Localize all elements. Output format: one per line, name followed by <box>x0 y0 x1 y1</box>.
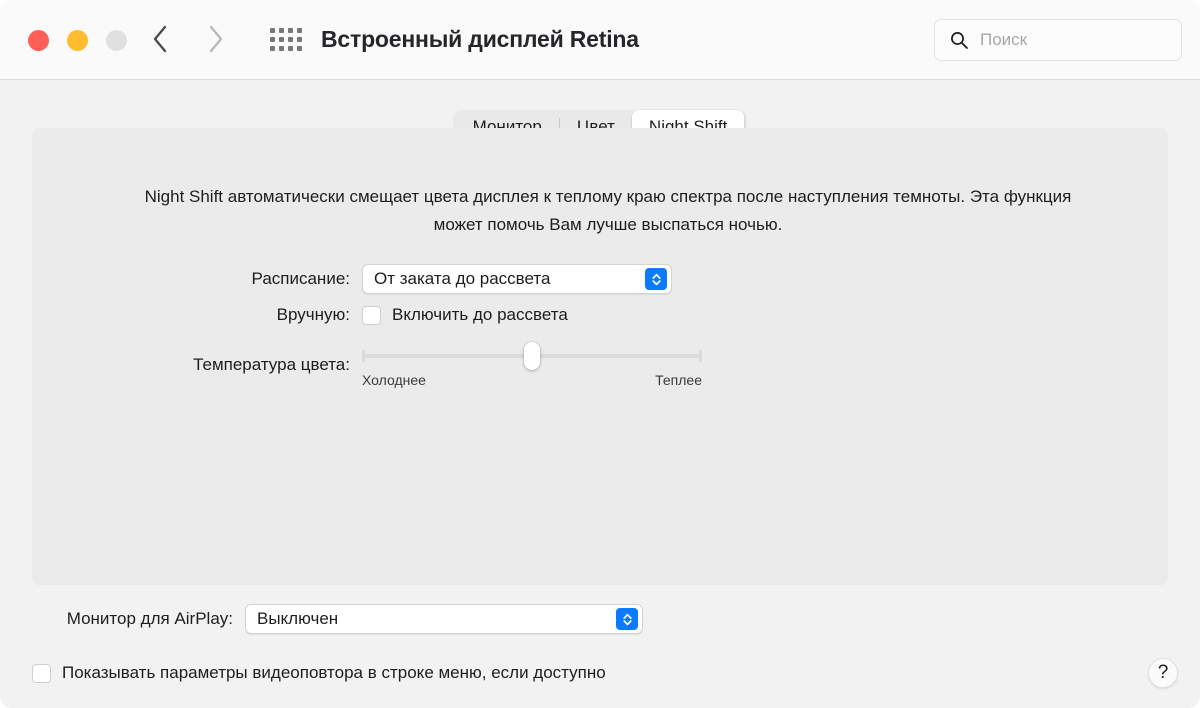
grid-dot <box>270 46 275 51</box>
grid-dot <box>270 37 275 42</box>
navigation-arrows <box>148 22 228 56</box>
grid-dot <box>279 37 284 42</box>
grid-dot <box>297 46 302 51</box>
night-shift-panel: Night Shift автоматически смещает цвета … <box>32 128 1168 585</box>
manual-row: Вручную: Включить до рассвета <box>32 305 1168 325</box>
grid-dot <box>288 37 293 42</box>
search-field[interactable]: Поиск <box>934 19 1182 61</box>
window-controls <box>28 30 127 51</box>
manual-checkbox-label: Включить до рассвета <box>392 305 568 324</box>
search-icon <box>949 30 969 50</box>
back-arrow-icon[interactable] <box>148 22 172 56</box>
color-temperature-slider[interactable]: Холоднее Теплее <box>362 342 702 388</box>
close-button[interactable] <box>28 30 49 51</box>
schedule-popup-button[interactable]: От заката до рассвета <box>362 264 672 294</box>
manual-checkbox[interactable] <box>362 305 381 325</box>
slider-end-labels: Холоднее Теплее <box>362 372 702 388</box>
slider-max-label: Теплее <box>655 372 702 388</box>
schedule-label: Расписание: <box>251 269 350 288</box>
mirroring-checkbox[interactable] <box>32 663 51 683</box>
grid-dot <box>279 28 284 33</box>
chevron-updown-icon <box>616 608 638 630</box>
grid-dot <box>297 28 302 33</box>
mirroring-checkbox-label: Показывать параметры видеоповтора в стро… <box>62 663 606 682</box>
airplay-popup-button[interactable]: Выключен <box>245 604 643 634</box>
color-temperature-label: Температура цвета: <box>193 355 350 374</box>
title-bar: Встроенный дисплей Retina Поиск <box>0 0 1200 80</box>
slider-thumb[interactable] <box>524 342 540 370</box>
color-temperature-row: Температура цвета: Холоднее Теплее <box>32 342 1168 388</box>
grid-dot <box>279 46 284 51</box>
grid-dot <box>288 28 293 33</box>
schedule-row: Расписание: От заката до рассвета <box>32 264 1168 294</box>
chevron-updown-icon <box>645 268 667 290</box>
search-placeholder: Поиск <box>980 30 1028 49</box>
slider-min-label: Холоднее <box>362 372 426 388</box>
show-all-grid-icon[interactable] <box>270 28 302 51</box>
system-preferences-window: Встроенный дисплей Retina Поиск Монитор … <box>0 0 1200 708</box>
schedule-value: От заката до рассвета <box>374 269 551 288</box>
window-title: Встроенный дисплей Retina <box>321 26 639 52</box>
slider-tick-min <box>362 350 365 362</box>
slider-tick-max <box>699 350 702 362</box>
night-shift-description: Night Shift автоматически смещает цвета … <box>144 187 1072 234</box>
manual-label: Вручную: <box>276 305 350 324</box>
mirroring-row: Показывать параметры видеоповтора в стро… <box>32 663 606 683</box>
help-button[interactable]: ? <box>1148 658 1178 688</box>
forward-arrow-icon[interactable] <box>204 22 228 56</box>
airplay-value: Выключен <box>257 609 339 628</box>
grid-dot <box>297 37 302 42</box>
grid-dot <box>288 46 293 51</box>
temperature-label-col: Температура цвета: <box>32 355 362 375</box>
grid-dot <box>270 28 275 33</box>
airplay-label: Монитор для AirPlay: <box>66 609 233 628</box>
manual-label-col: Вручную: <box>32 305 362 325</box>
schedule-label-col: Расписание: <box>32 269 362 289</box>
airplay-row: Монитор для AirPlay: Выключен <box>0 604 1200 634</box>
minimize-button[interactable] <box>67 30 88 51</box>
zoom-button[interactable] <box>106 30 127 51</box>
